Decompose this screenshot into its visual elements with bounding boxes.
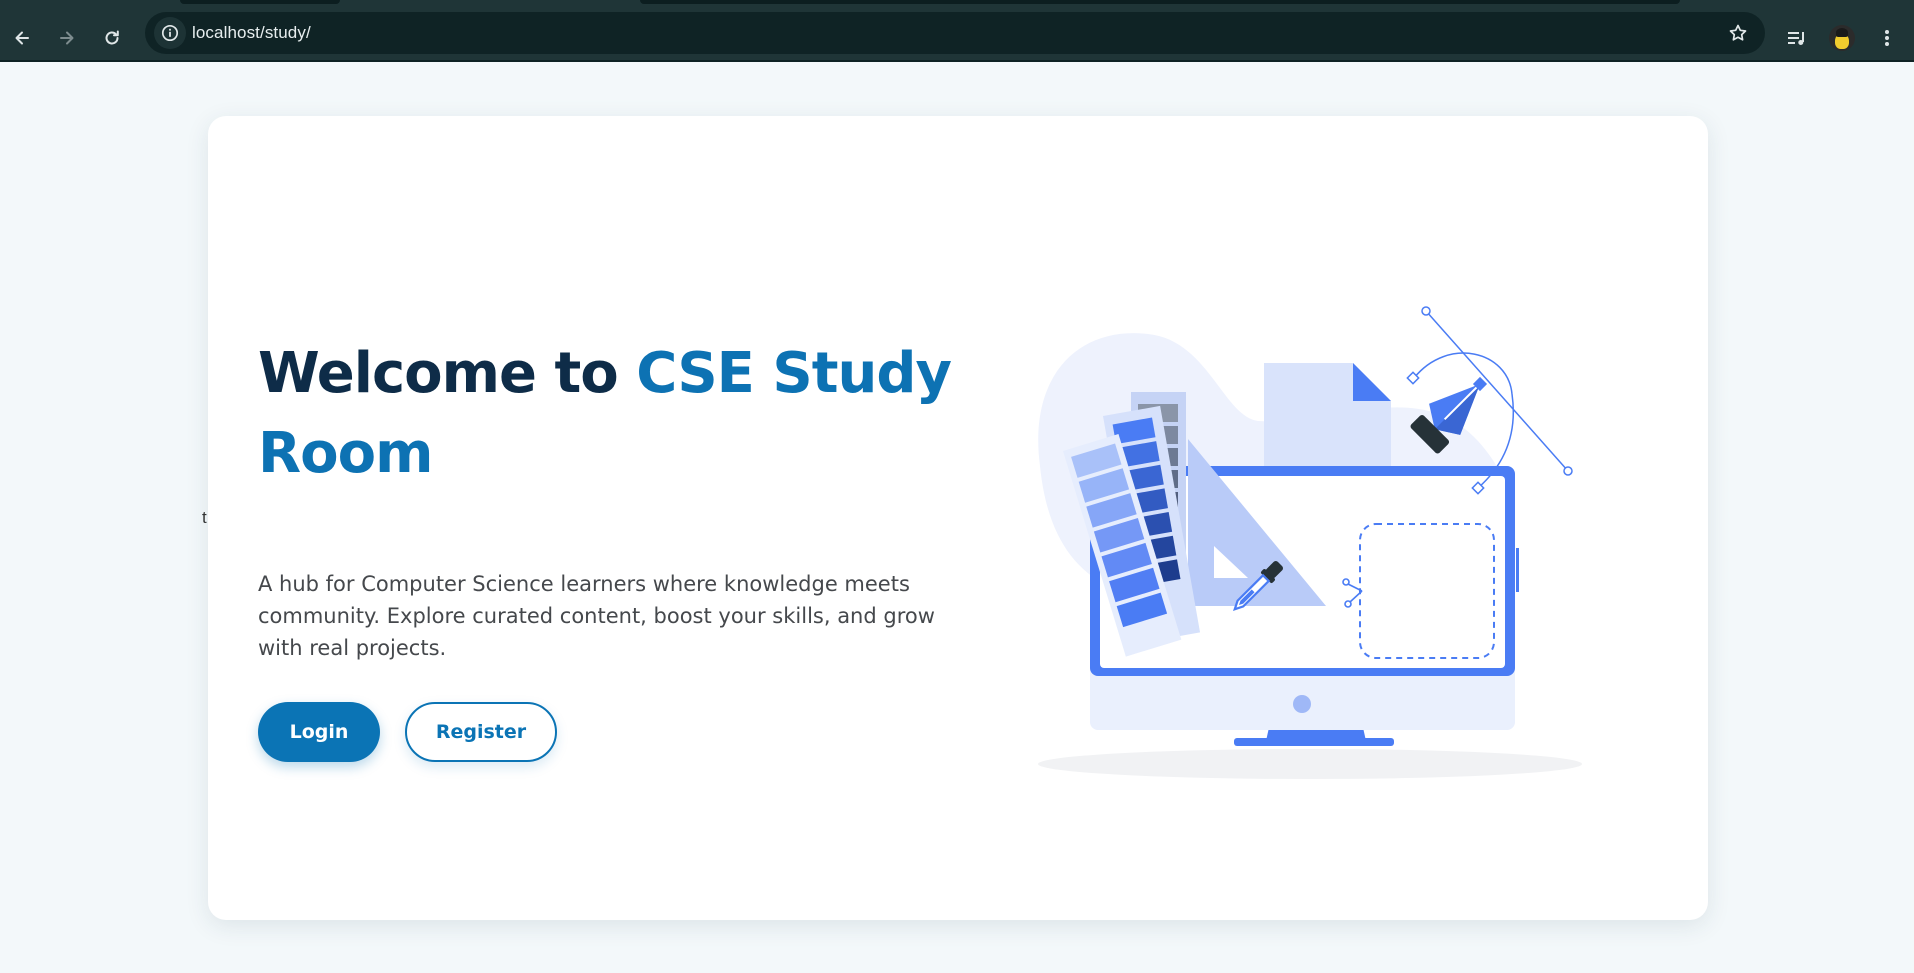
- site-info-button[interactable]: [154, 17, 186, 49]
- address-bar[interactable]: localhost/study/: [145, 12, 1765, 54]
- hero-title: Welcome to CSE Study Room: [258, 334, 958, 494]
- browser-toolbar: localhost/study/: [0, 10, 1914, 62]
- tab-edge: [180, 0, 340, 4]
- star-icon: [1729, 24, 1747, 41]
- profile-button[interactable]: [1825, 21, 1859, 55]
- reload-icon: [105, 30, 119, 45]
- hero-card: Welcome to CSE Study Room A hub for Comp…: [208, 116, 1708, 920]
- menu-button[interactable]: [1870, 21, 1904, 55]
- tab-strip: [0, 0, 1914, 10]
- page-body: t Welcome to CSE Study Room A hub for Co…: [0, 62, 1914, 973]
- queue-music-icon: [1788, 32, 1804, 45]
- ground-shadow: [1038, 749, 1582, 779]
- register-button[interactable]: Register: [405, 702, 557, 762]
- design-workspace-illustration: [1038, 306, 1582, 779]
- hero-description: A hub for Computer Science learners wher…: [258, 572, 935, 660]
- bookmark-button[interactable]: [1726, 21, 1750, 45]
- hero-title-prefix: Welcome to: [258, 341, 637, 406]
- arrow-right-icon: [60, 31, 74, 45]
- stray-text: t: [202, 508, 207, 527]
- back-button[interactable]: [5, 21, 39, 55]
- login-button[interactable]: Login: [258, 702, 380, 762]
- avatar: [1829, 25, 1855, 51]
- url-text[interactable]: localhost/study/: [192, 23, 311, 43]
- arrow-left-icon: [15, 31, 29, 45]
- kebab-menu-icon: [1885, 30, 1889, 46]
- media-button[interactable]: [1780, 21, 1814, 55]
- info-icon: [161, 24, 179, 42]
- forward-button[interactable]: [50, 21, 84, 55]
- tab-edge: [640, 0, 1680, 4]
- reload-button[interactable]: [95, 21, 129, 55]
